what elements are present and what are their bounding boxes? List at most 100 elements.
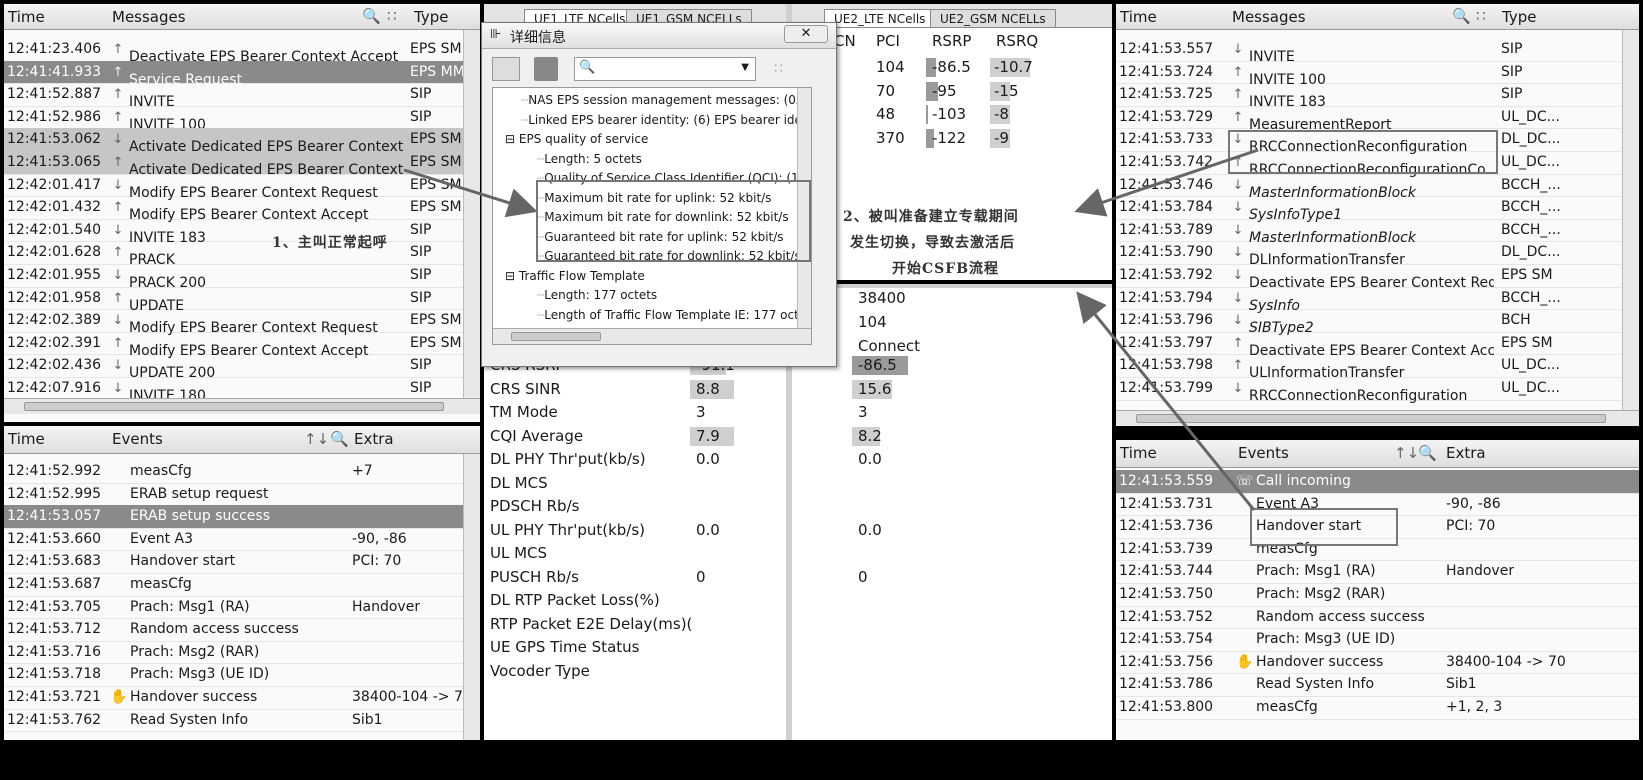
message-row[interactable]: 12:42:01.432 ↑ Modify EPS Bearer Context A… — [4, 196, 480, 223]
message-row[interactable]: 12:41:53.794 ↓ SysInfo BCCH_... — [1116, 287, 1639, 314]
message-row[interactable]: 12:41:53.746 ↓ MasterInformationBlock BCCH_… — [1116, 174, 1639, 201]
type-col-header[interactable]: Type — [414, 8, 448, 26]
tree-node[interactable]: ┄Length: 177 octets — [537, 285, 657, 305]
event-row[interactable]: 12:41:53.800 measCfg +1, 2, 3 — [1116, 696, 1639, 720]
message-row[interactable]: 12:41:53.557 ↓ INVITE SIP — [1116, 38, 1639, 65]
message-row[interactable]: 12:42:02.436 ↓ UPDATE 200 SIP — [4, 354, 480, 381]
event-row[interactable]: 12:41:53.705 Prach: Msg1 (RA) Handover — [4, 596, 480, 620]
panel-splitter[interactable] — [794, 284, 1112, 288]
message-row[interactable]: 12:41:53.784 ↓ SysInfoType1 BCCH_... — [1116, 196, 1639, 223]
tree-node[interactable]: ┄Length of Traffic Flow Template IE: 177… — [537, 305, 811, 325]
event-row[interactable]: 12:41:53.750 Prach: Msg2 (RAR) — [1116, 583, 1639, 607]
extra-col-header[interactable]: Extra — [354, 430, 394, 448]
message-row[interactable]: 12:42:07.916 ↓ INVITE 180 SIP — [4, 377, 480, 404]
vertical-scrollbar[interactable] — [463, 30, 480, 398]
event-row[interactable]: 12:41:53.756 ✋ Handover success 38400-104 -… — [1116, 651, 1639, 675]
tree-node[interactable]: ┄Length: 5 octets — [537, 149, 642, 169]
message-row[interactable]: 12:41:53.799 ↓ RRCConnectionReconfiguratio… — [1116, 377, 1639, 404]
search-icon[interactable]: 🔍 — [1452, 7, 1471, 25]
tab-ue2-lte-ncells[interactable]: UE2_LTE NCells — [824, 9, 936, 27]
tree-node[interactable]: ⊟ Traffic Flow Template — [505, 266, 645, 286]
event-row[interactable]: 12:41:53.683 Handover start PCI: 70 — [4, 550, 480, 574]
search-field[interactable]: 🔍 ▼ — [574, 57, 756, 81]
message-row[interactable]: 12:41:23.406 ↑ Deactivate EPS Bearer Conte… — [4, 38, 480, 65]
search-icon[interactable]: 🔍 — [330, 430, 349, 448]
event-row[interactable]: 12:41:53.712 Random access success — [4, 618, 480, 642]
filter-icon[interactable]: ↑↓ — [304, 430, 329, 448]
message-row[interactable]: 12:41:53.790 ↓ DLInformationTransfer DL_DC.… — [1116, 241, 1639, 268]
table-view-icon[interactable] — [492, 57, 520, 81]
message-row[interactable]: 12:41:53.729 ↑ MeasurementReport UL_DC... — [1116, 106, 1639, 133]
event-row[interactable]: 12:41:53.721 ✋ Handover success 38400-104 -… — [4, 686, 480, 710]
event-row[interactable]: 12:41:52.995 ERAB setup request — [4, 483, 480, 507]
type-col-header[interactable]: Type — [1502, 8, 1536, 26]
search-icon[interactable]: 🔍 — [362, 7, 381, 25]
message-row[interactable]: 12:41:41.933 ↑ Service Request EPS MM — [4, 60, 480, 88]
message-row[interactable]: 12:41:53.725 ↑ INVITE 183 SIP — [1116, 83, 1639, 110]
message-row[interactable]: 12:41:53.797 ↑ Deactivate EPS Bearer Conte… — [1116, 332, 1639, 359]
message-row[interactable]: 12:42:01.958 ↑ UPDATE SIP — [4, 287, 480, 314]
horizontal-scrollbar[interactable] — [4, 398, 480, 414]
message-row[interactable]: 12:42:01.540 ↓ INVITE 183 SIP — [4, 219, 480, 246]
event-row[interactable]: 12:41:53.687 measCfg — [4, 573, 480, 597]
message-row[interactable]: 12:42:01.628 ↑ PRACK SIP — [4, 241, 480, 268]
filter-icon[interactable]: ↑↓ — [1394, 444, 1419, 462]
event-row[interactable]: 12:41:53.786 Read Systen Info Sib1 — [1116, 673, 1639, 697]
event-row[interactable]: 12:41:53.559 ☏ Call incoming — [1116, 470, 1639, 494]
message-row[interactable]: 12:42:02.389 ↓ Modify EPS Bearer Context R… — [4, 309, 480, 336]
event-row[interactable]: 12:41:53.660 Event A3 -90, -86 — [4, 528, 480, 552]
tab-ue2-gsm-ncells[interactable]: UE2_GSM NCELLs — [930, 9, 1056, 27]
columns-icon[interactable]: ∷ — [387, 7, 397, 25]
ncell-row[interactable]: 104 -86.5 -10.7 — [834, 56, 1112, 80]
pin-icon[interactable]: ⊪ — [490, 27, 501, 42]
horizontal-scrollbar[interactable] — [1116, 410, 1639, 426]
close-button[interactable]: ✕ — [784, 25, 828, 43]
message-row[interactable]: 12:42:01.417 ↓ Modify EPS Bearer Context R… — [4, 174, 480, 201]
columns-icon[interactable]: ∷ — [1476, 7, 1486, 25]
event-row[interactable]: 12:41:53.057 ERAB setup success — [4, 505, 480, 529]
time-col-header[interactable]: Time — [1120, 444, 1157, 462]
vertical-scrollbar[interactable] — [463, 454, 480, 740]
collapse-icon[interactable]: ⊟ — [505, 132, 519, 146]
ncell-row[interactable]: 370 -122 -9 — [834, 127, 1112, 151]
event-row[interactable]: 12:41:52.992 measCfg +7 — [4, 460, 480, 484]
tree-hscrollbar[interactable] — [493, 328, 811, 344]
vertical-scrollbar[interactable] — [1622, 30, 1639, 410]
messages-col-header[interactable]: Messages — [112, 8, 186, 26]
event-row[interactable]: 12:41:53.716 Prach: Msg2 (RAR) — [4, 641, 480, 665]
message-row[interactable]: 12:41:53.792 ↓ Deactivate EPS Bearer Conte… — [1116, 264, 1639, 291]
message-row[interactable]: 12:41:53.789 ↓ MasterInformationBlock BCCH_… — [1116, 219, 1639, 246]
messages-col-header[interactable]: Messages — [1232, 8, 1306, 26]
ncell-row[interactable]: 70 -95 -15 — [834, 80, 1112, 104]
tree-node[interactable]: ⊟ EPS quality of service — [505, 129, 648, 149]
message-time: 12:42:02.389 — [7, 312, 102, 329]
time-col-header[interactable]: Time — [1120, 8, 1157, 26]
event-row[interactable]: 12:41:53.752 Random access success — [1116, 606, 1639, 630]
search-icon[interactable]: 🔍 — [1418, 444, 1437, 462]
clipboard-icon[interactable] — [534, 57, 558, 81]
collapse-icon[interactable]: ⊟ — [505, 269, 519, 283]
events-col-header[interactable]: Events — [1238, 444, 1289, 462]
event-row[interactable]: 12:41:53.754 Prach: Msg3 (UE ID) — [1116, 628, 1639, 652]
message-row[interactable]: 12:42:02.391 ↑ Modify EPS Bearer Context A… — [4, 332, 480, 359]
message-row[interactable]: 12:42:01.955 ↓ PRACK 200 SIP — [4, 264, 480, 291]
tree-node[interactable]: ┄Linked EPS bearer identity: (6) EPS bea… — [521, 110, 811, 130]
time-col-header[interactable]: Time — [8, 8, 45, 26]
message-row[interactable]: 12:41:53.798 ↑ ULInformationTransfer UL_DC.… — [1116, 354, 1639, 381]
event-row[interactable]: 12:41:53.744 Prach: Msg1 (RA) Handover — [1116, 560, 1639, 584]
events-col-header[interactable]: Events — [112, 430, 163, 448]
time-col-header[interactable]: Time — [8, 430, 45, 448]
tree-node[interactable]: ┄NAS EPS session management messages: (0… — [521, 90, 811, 110]
event-row[interactable]: 12:41:53.762 Read Systen Info Sib1 — [4, 709, 480, 733]
message-row[interactable]: 12:41:52.986 ↑ INVITE 100 SIP — [4, 106, 480, 133]
grid-icon[interactable]: ∷ — [774, 61, 783, 77]
message-row[interactable]: 12:41:53.062 ↓ Activate Dedicated EPS Bear… — [4, 128, 480, 155]
message-row[interactable]: 12:41:53.724 ↑ INVITE 100 SIP — [1116, 61, 1639, 88]
message-row[interactable]: 12:41:52.887 ↑ INVITE SIP — [4, 83, 480, 110]
extra-col-header[interactable]: Extra — [1446, 444, 1486, 462]
dropdown-arrow-icon[interactable]: ▼ — [741, 62, 749, 73]
event-row[interactable]: 12:41:53.718 Prach: Msg3 (UE ID) — [4, 663, 480, 687]
message-row[interactable]: 12:41:53.796 ↓ SIBType2 BCH — [1116, 309, 1639, 336]
message-row[interactable]: 12:41:53.065 ↑ Activate Dedicated EPS Bear… — [4, 151, 480, 178]
ncell-row[interactable]: 48 -103 -8 — [834, 103, 1112, 127]
